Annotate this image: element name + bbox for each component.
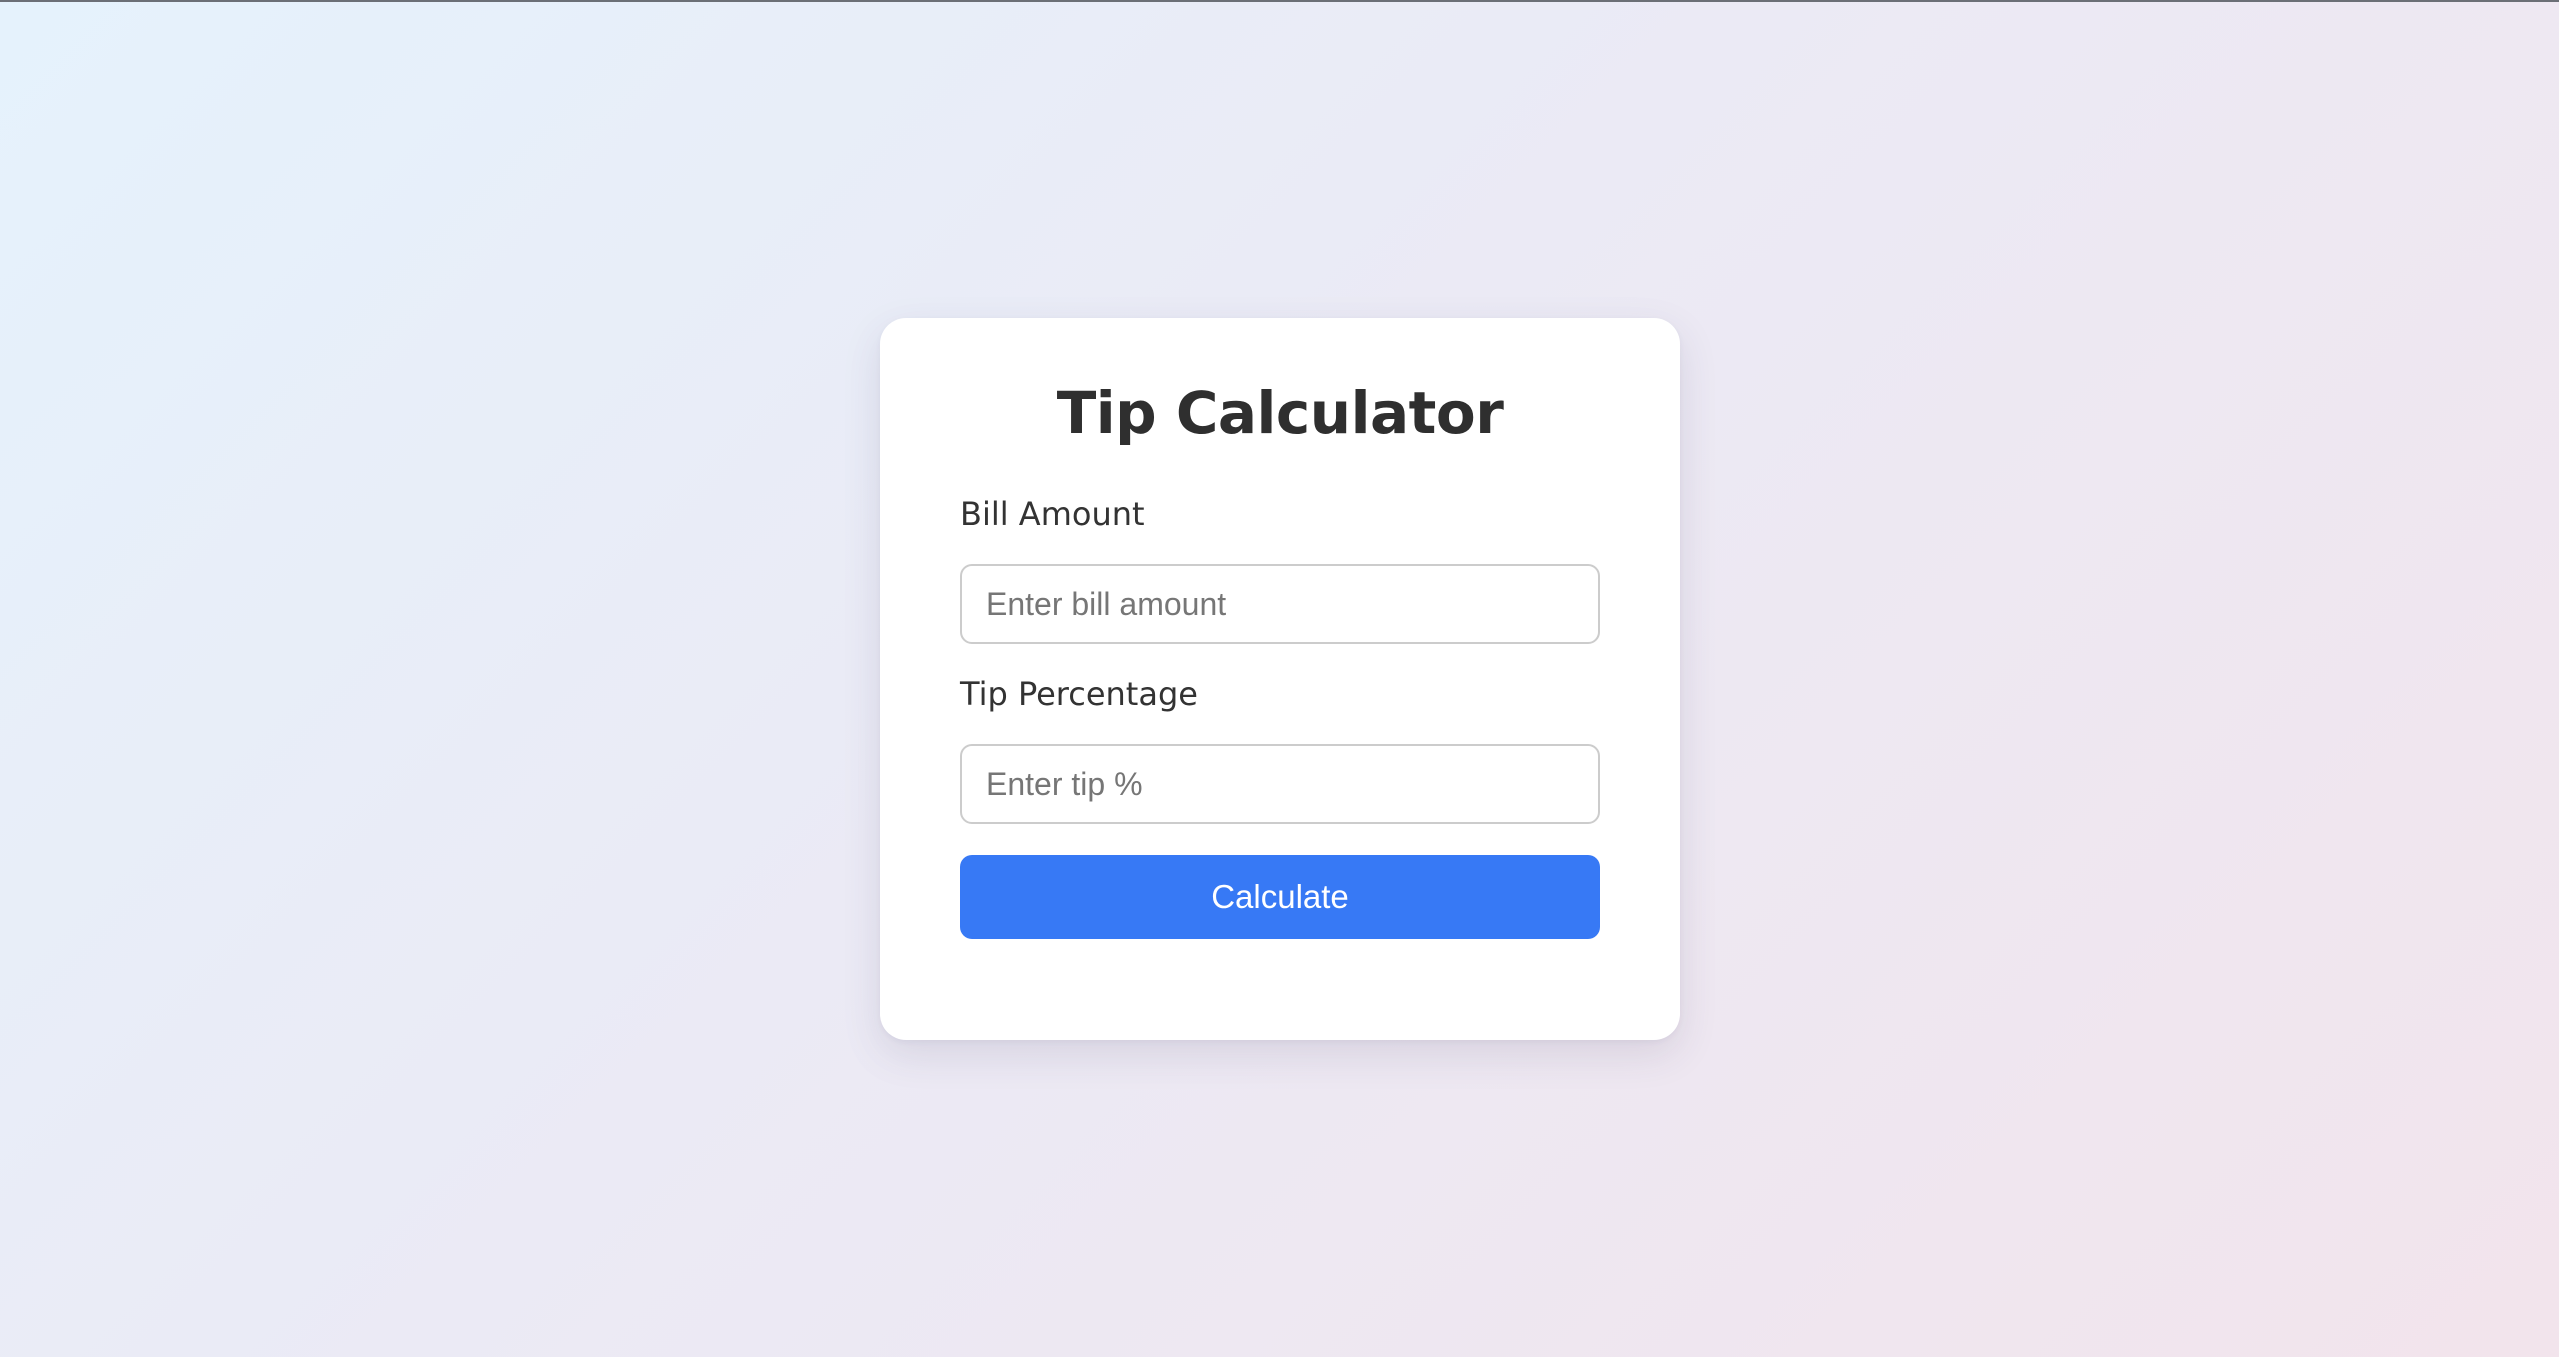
tip-calculator-card: Tip Calculator Bill Amount Tip Percentag… xyxy=(880,318,1680,1040)
window-top-border xyxy=(0,0,2559,2)
calculate-button[interactable]: Calculate xyxy=(960,855,1600,939)
tip-percentage-input[interactable] xyxy=(960,744,1600,824)
page-title: Tip Calculator xyxy=(1056,379,1504,447)
bill-amount-input[interactable] xyxy=(960,564,1600,644)
tip-percentage-label: Tip Percentage xyxy=(960,675,1198,713)
bill-amount-label: Bill Amount xyxy=(960,495,1145,533)
